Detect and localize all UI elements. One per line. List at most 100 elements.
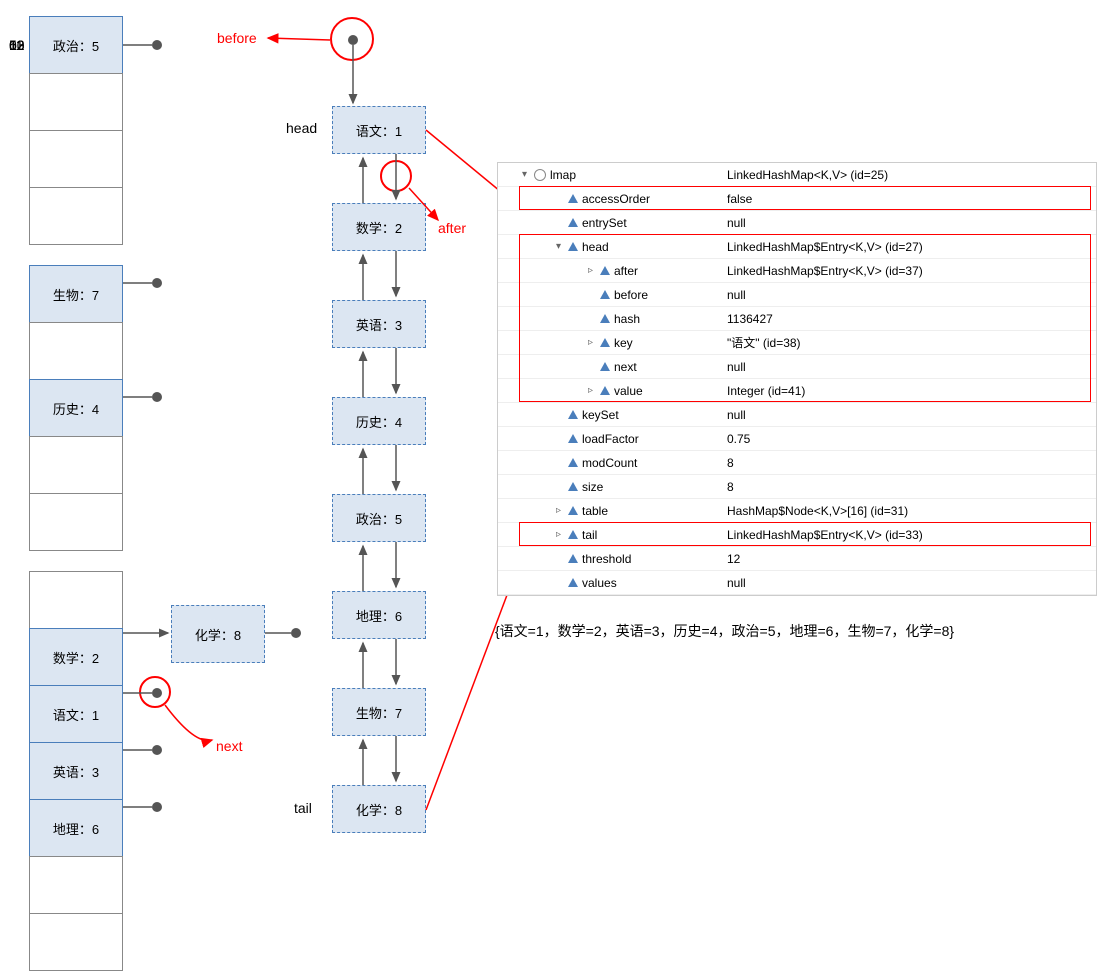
field-icon <box>568 434 578 443</box>
field-icon <box>568 242 578 251</box>
inspector-row[interactable]: accessOrderfalse <box>498 187 1096 211</box>
hash-slot-label: 地理：6 <box>53 819 99 838</box>
after-label: after <box>438 220 466 236</box>
hash-slot-9 <box>29 571 123 629</box>
inspector-row[interactable]: ▾ head LinkedHashMap$Entry<K,V> (id=27) <box>498 235 1096 259</box>
inspector-row[interactable]: loadFactor0.75 <box>498 427 1096 451</box>
field-icon <box>600 362 610 371</box>
field-icon <box>568 506 578 515</box>
field-value: 8 <box>723 456 1096 470</box>
hash-slot-5: 生物：75 <box>29 265 123 323</box>
next-dot-0 <box>152 40 162 50</box>
next-dot-11 <box>152 688 162 698</box>
hash-slot-13: 地理：613 <box>29 799 123 857</box>
inspector-row[interactable]: ▹ value Integer (id=41) <box>498 379 1096 403</box>
next-dot-5 <box>152 278 162 288</box>
field-name: next <box>614 360 637 374</box>
hash-slot-1 <box>29 73 123 131</box>
field-icon <box>600 338 610 347</box>
field-name: accessOrder <box>582 192 650 206</box>
field-name: hash <box>614 312 640 326</box>
linked-node-label: 化学：8 <box>356 800 402 819</box>
field-value: 0.75 <box>723 432 1096 446</box>
field-name: modCount <box>582 456 637 470</box>
field-name: value <box>614 384 643 398</box>
field-icon <box>600 290 610 299</box>
inspector-row[interactable]: nextnull <box>498 355 1096 379</box>
linked-node-7: 生物：7 <box>332 688 426 736</box>
linked-node-2: 数学：2 <box>332 203 426 251</box>
linked-node-5: 政治：5 <box>332 494 426 542</box>
chain-node-huaxue: 化学：8 <box>171 605 265 663</box>
field-icon <box>568 194 578 203</box>
hash-slot-label: 生物：7 <box>53 285 99 304</box>
inspector-row[interactable]: ▹ table HashMap$Node<K,V>[16] (id=31) <box>498 499 1096 523</box>
hash-slot-3 <box>29 187 123 245</box>
inspector-row[interactable]: entrySetnull <box>498 211 1096 235</box>
field-name: lmap <box>550 168 576 182</box>
inspector-row[interactable]: modCount 8 <box>498 451 1096 475</box>
hash-slot-label: 英语：3 <box>53 762 99 781</box>
field-icon <box>568 218 578 227</box>
field-value: HashMap$Node<K,V>[16] (id=31) <box>723 504 1096 518</box>
field-icon <box>568 578 578 587</box>
hash-slot-label: 语文：1 <box>53 705 99 724</box>
hash-slot-15 <box>29 913 123 971</box>
inspector-row[interactable]: ▹ after LinkedHashMap$Entry<K,V> (id=37) <box>498 259 1096 283</box>
linked-node-label: 英语：3 <box>356 315 402 334</box>
linked-node-label: 数学：2 <box>356 218 402 237</box>
expand-arrow-icon[interactable]: ▾ <box>522 169 534 180</box>
hash-slot-6: 历史：46 <box>29 379 123 437</box>
inspector-row[interactable]: keySetnull <box>498 403 1096 427</box>
hash-slot-11: 语文：111 <box>29 685 123 743</box>
field-icon <box>600 386 610 395</box>
field-value: LinkedHashMap<K,V> (id=25) <box>723 168 1096 182</box>
field-name: head <box>582 240 609 254</box>
expand-arrow-icon[interactable]: ▹ <box>588 265 600 276</box>
next-dot-13 <box>152 802 162 812</box>
field-icon <box>568 554 578 563</box>
expand-arrow-icon[interactable]: ▹ <box>588 337 600 348</box>
inspector-row[interactable]: ▹tailLinkedHashMap$Entry<K,V> (id=33) <box>498 523 1096 547</box>
linked-node-label: 历史：4 <box>356 412 402 431</box>
chain-node-label: 化学：8 <box>195 625 241 644</box>
field-name: key <box>614 336 633 350</box>
inspector-row[interactable]: threshold12 <box>498 547 1096 571</box>
field-value: LinkedHashMap$Entry<K,V> (id=37) <box>723 264 1096 278</box>
expand-arrow-icon[interactable]: ▹ <box>588 385 600 396</box>
inspector-row[interactable]: valuesnull <box>498 571 1096 595</box>
field-name: size <box>582 480 603 494</box>
head-dot-icon <box>348 35 358 45</box>
hash-slot-label: 数学：2 <box>53 648 99 667</box>
field-name: before <box>614 288 648 302</box>
expand-arrow-icon[interactable]: ▹ <box>556 529 568 540</box>
inspector-row[interactable]: size8 <box>498 475 1096 499</box>
hash-slot-6a <box>29 322 123 380</box>
hash-slot-2 <box>29 130 123 188</box>
field-value: "语文" (id=38) <box>723 334 1096 351</box>
inspector-row[interactable]: beforenull <box>498 283 1096 307</box>
after-circle-icon <box>380 160 412 192</box>
next-dot-12 <box>152 745 162 755</box>
output-text: {语文=1，数学=2，英语=3，历史=4，政治=5，地理=6，生物=7，化学=8… <box>495 621 954 641</box>
before-label: before <box>217 30 257 46</box>
linked-node-8: 化学：8 <box>332 785 426 833</box>
field-name: after <box>614 264 638 278</box>
expand-arrow-icon[interactable]: ▹ <box>556 505 568 516</box>
linked-node-4: 历史：4 <box>332 397 426 445</box>
field-name: entrySet <box>582 216 627 230</box>
hash-slot-12: 英语：312 <box>29 742 123 800</box>
inspector-row-root[interactable]: ▾ lmap LinkedHashMap<K,V> (id=25) <box>498 163 1096 187</box>
field-value: 12 <box>723 552 1096 566</box>
field-name: table <box>582 504 608 518</box>
field-value: LinkedHashMap$Entry<K,V> (id=27) <box>723 240 1096 254</box>
next-dot-chain <box>291 628 301 638</box>
hash-slot-0: 政治：50 <box>29 16 123 74</box>
field-value: Integer (id=41) <box>723 384 1096 398</box>
field-icon <box>568 458 578 467</box>
field-value: null <box>723 408 1096 422</box>
inspector-row[interactable]: hash1136427 <box>498 307 1096 331</box>
inspector-row[interactable]: ▹ key "语文" (id=38) <box>498 331 1096 355</box>
expand-arrow-icon[interactable]: ▾ <box>556 241 568 252</box>
field-value: null <box>723 576 1096 590</box>
